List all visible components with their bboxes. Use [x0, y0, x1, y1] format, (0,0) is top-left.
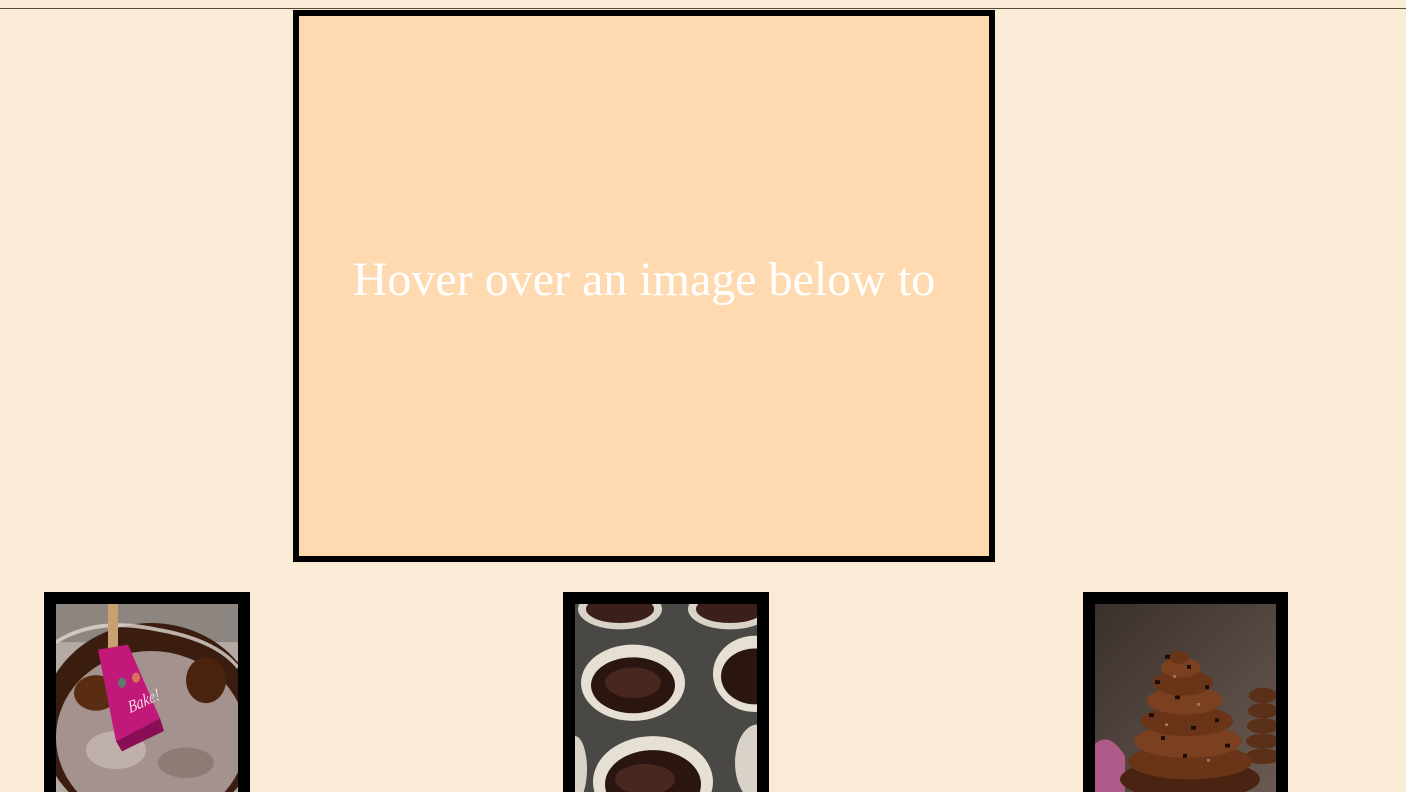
preview-caption: Hover over an image below to — [352, 253, 936, 306]
gallery-thumbnail-frosted-cupcake[interactable] — [1083, 592, 1288, 792]
frosted-cupcake-image[interactable] — [1095, 604, 1276, 792]
gallery-thumbnail-muffin-tin[interactable] — [563, 592, 769, 792]
batter-bowl-image[interactable]: Bake! — [56, 604, 238, 792]
preview-panel: Hover over an image below to — [293, 10, 995, 562]
muffin-tin-image[interactable] — [575, 604, 757, 792]
top-divider — [0, 8, 1406, 9]
gallery-thumbnail-batter-bowl[interactable]: Bake! — [44, 592, 250, 792]
